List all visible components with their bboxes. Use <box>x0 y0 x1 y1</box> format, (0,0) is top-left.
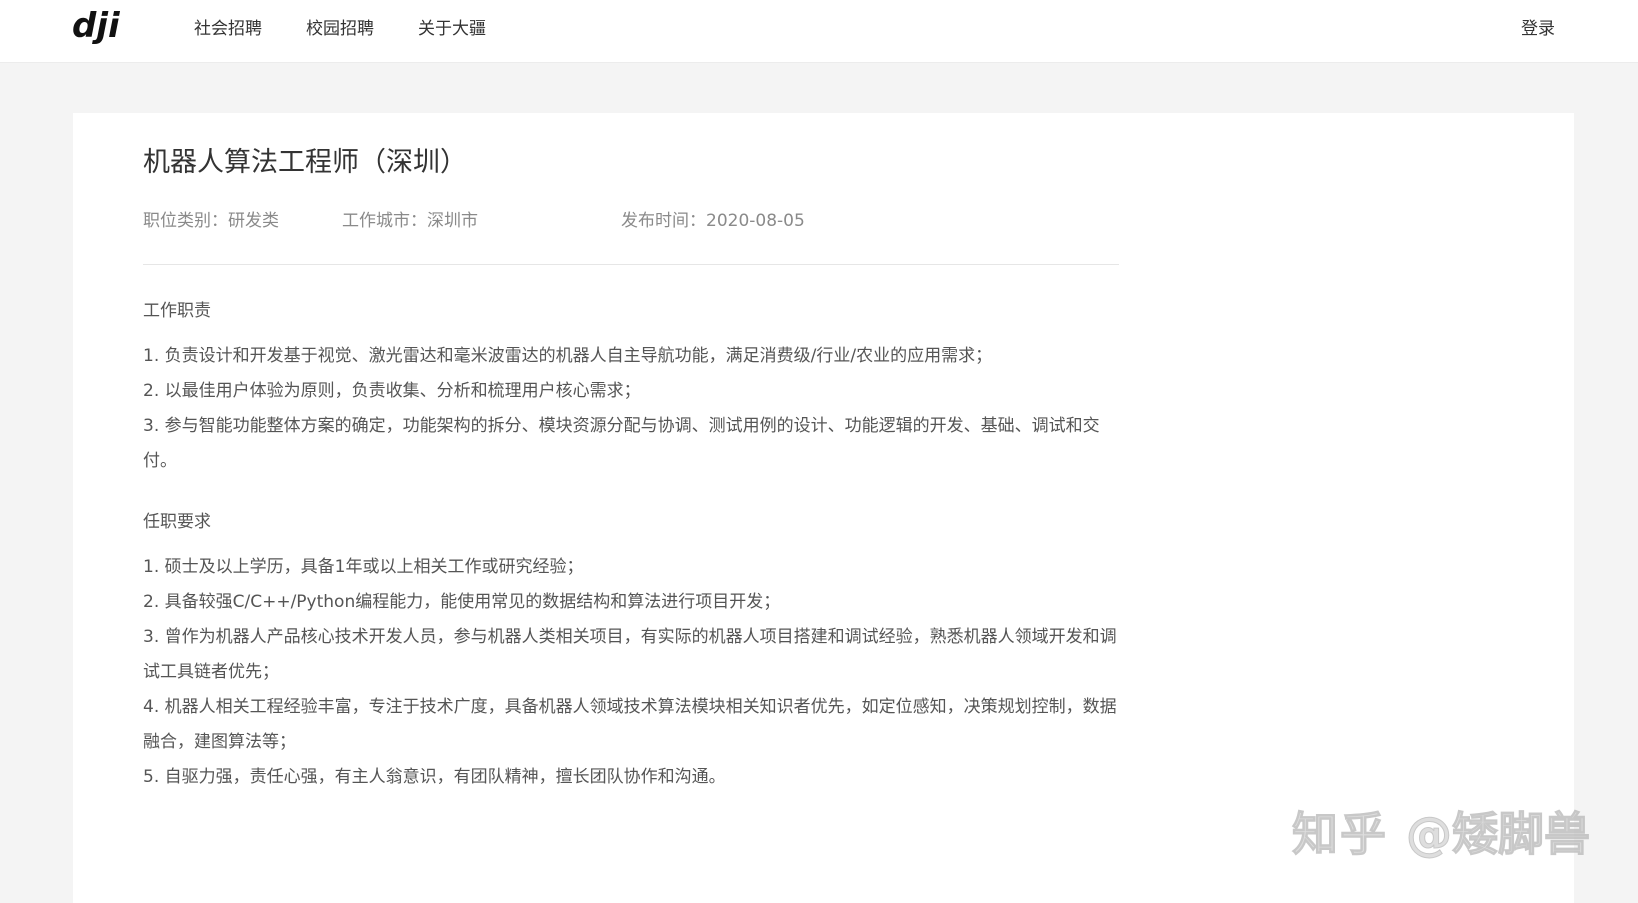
list-item: 4. 机器人相关工程经验丰富，专注于技术广度，具备机器人领域技术算法模块相关知识… <box>143 697 1117 752</box>
responsibilities-heading: 工作职责 <box>143 301 211 321</box>
nav-about-dji[interactable]: 关于大疆 <box>418 14 486 39</box>
dji-logo[interactable]: dji <box>72 6 134 46</box>
nav-campus-recruitment[interactable]: 校园招聘 <box>306 14 374 39</box>
job-detail-card: 机器人算法工程师（深圳） 职位类别：研发类 工作城市：深圳市 发布时间：2020… <box>73 113 1574 903</box>
list-item: 3. 曾作为机器人产品核心技术开发人员，参与机器人类相关项目，有实际的机器人项目… <box>143 627 1117 682</box>
list-item: 3. 参与智能功能整体方案的确定，功能架构的拆分、模块资源分配与协调、测试用例的… <box>143 416 1100 471</box>
zhihu-watermark: 知乎 @矮脚兽 <box>1292 798 1591 864</box>
watermark-site: 知乎 <box>1292 807 1388 862</box>
requirements-heading: 任职要求 <box>143 512 211 532</box>
requirements-list: 1. 硕士及以上学历，具备1年或以上相关工作或研究经验； 2. 具备较强C/C+… <box>143 550 1123 795</box>
list-item: 2. 具备较强C/C++/Python编程能力，能使用常见的数据结构和算法进行项… <box>143 592 781 612</box>
svg-text:dji: dji <box>72 6 121 46</box>
login-link[interactable]: 登录 <box>1521 0 1555 52</box>
list-item: 1. 硕士及以上学历，具备1年或以上相关工作或研究经验； <box>143 557 584 577</box>
main-nav: 社会招聘 校园招聘 关于大疆 <box>194 0 530 52</box>
list-item: 5. 自驱力强，责任心强，有主人翁意识，有团队精神，擅长团队协作和沟通。 <box>143 767 726 787</box>
job-publish-date: 发布时间：2020-08-05 <box>621 211 805 231</box>
list-item: 1. 负责设计和开发基于视觉、激光雷达和毫米波雷达的机器人自主导航功能，满足消费… <box>143 346 993 366</box>
job-title: 机器人算法工程师（深圳） <box>143 147 467 178</box>
watermark-user: @矮脚兽 <box>1406 807 1591 862</box>
job-detail-content: 机器人算法工程师（深圳） 职位类别：研发类 工作城市：深圳市 发布时间：2020… <box>143 113 1123 795</box>
list-item: 2. 以最佳用户体验为原则，负责收集、分析和梳理用户核心需求； <box>143 381 641 401</box>
job-category: 职位类别：研发类 <box>143 211 279 231</box>
nav-social-recruitment[interactable]: 社会招聘 <box>194 14 262 39</box>
responsibilities-list: 1. 负责设计和开发基于视觉、激光雷达和毫米波雷达的机器人自主导航功能，满足消费… <box>143 339 1123 479</box>
divider <box>143 264 1119 265</box>
job-meta: 职位类别：研发类 工作城市：深圳市 发布时间：2020-08-05 <box>143 206 1123 231</box>
top-navigation-bar: dji 社会招聘 校园招聘 关于大疆 登录 <box>0 0 1638 63</box>
job-city: 工作城市：深圳市 <box>342 211 478 231</box>
